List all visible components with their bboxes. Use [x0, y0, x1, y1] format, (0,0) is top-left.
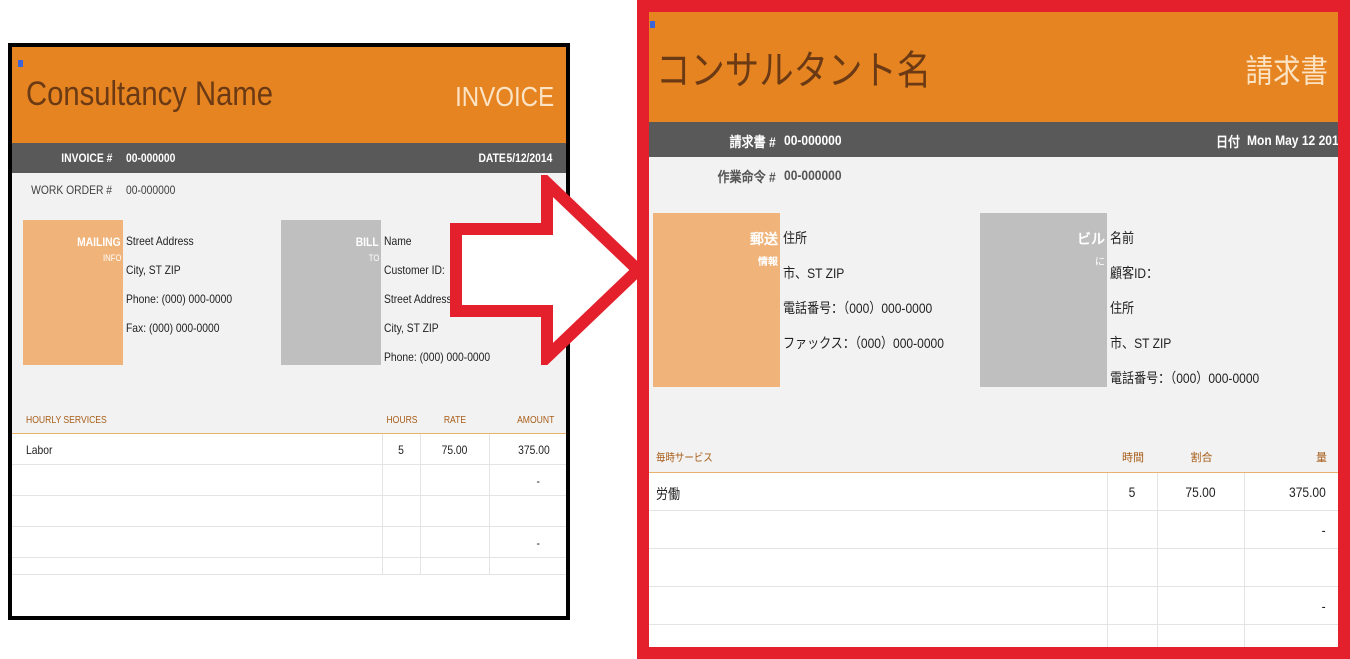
bill-line: 電話番号：（000）000-0000: [1110, 370, 1260, 386]
invoice-info-bar: INVOICE # 00-000000 DATE 5/12/2014: [12, 143, 566, 173]
hours-header: HOURS: [386, 415, 418, 426]
invoice-info-bar: 請求書 # 00-000000 日付 Mon May 12 201: [649, 122, 1338, 157]
japanese-invoice-frame: コンサルタント名 請求書 請求書 # 00-000000 日付 Mon May …: [637, 0, 1350, 659]
row-divider: [649, 624, 1338, 625]
rate-cell: 75.00: [441, 443, 468, 457]
mailing-line: City, ST ZIP: [126, 263, 181, 277]
row-divider: [12, 526, 566, 527]
amount-header: AMOUNT: [516, 415, 554, 426]
invoice-number-label: INVOICE #: [60, 151, 112, 165]
mailing-sub-label: INFO: [102, 253, 121, 263]
services-header: 毎時サービス: [656, 452, 713, 464]
bill-line: 住所: [1110, 300, 1135, 316]
consultancy-name: Consultancy Name: [26, 75, 274, 113]
row-divider: [12, 557, 566, 558]
bill-line: 市、ST ZIP: [1110, 335, 1172, 351]
bill-line: Name: [384, 234, 412, 248]
mailing-line: 電話番号：（000）000-0000: [783, 300, 933, 316]
bill-line: 顧客ID：: [1110, 265, 1159, 281]
row-divider: [649, 548, 1338, 549]
bill-sub-label: に: [1095, 257, 1105, 268]
amount-cell: -: [1321, 522, 1326, 538]
services-header: HOURLY SERVICES: [26, 415, 107, 426]
service-cell: 労働: [656, 486, 681, 502]
mailing-info-box: MAILING INFO: [23, 220, 123, 365]
bill-line: Street Address: [384, 292, 452, 306]
mailing-line: Fax: (000) 000-0000: [126, 321, 220, 335]
mailing-line: 市、ST ZIP: [783, 265, 845, 281]
invoice-title: 請求書: [1245, 53, 1328, 89]
mailing-line: 住所: [783, 230, 808, 246]
mailing-line: Street Address: [126, 234, 194, 248]
service-cell: Labor: [26, 443, 53, 457]
amount-cell: -: [536, 536, 540, 550]
selection-marker-icon: [650, 21, 655, 28]
mailing-label: MAILING: [77, 235, 121, 249]
work-order-number: 00-000000: [126, 183, 176, 197]
row-divider: [12, 495, 566, 496]
mailing-line: Phone: (000) 000-0000: [126, 292, 233, 306]
amount-cell: 375.00: [518, 443, 550, 457]
date-value: 5/12/2014: [506, 151, 552, 165]
right-arrow-icon: [450, 175, 647, 365]
rate-cell: 75.00: [1185, 484, 1216, 500]
invoice-title: INVOICE: [454, 81, 554, 112]
bill-line: 名前: [1110, 230, 1135, 246]
mailing-label: 郵送: [750, 231, 778, 247]
amount-cell: -: [1321, 598, 1326, 614]
column-divider: [420, 434, 421, 574]
invoice-number-label: 請求書 #: [729, 134, 776, 150]
work-order-label: WORK ORDER #: [31, 183, 112, 197]
mailing-info-box: 郵送 情報: [653, 213, 780, 387]
consultancy-name: コンサルタント名: [656, 49, 932, 93]
amount-header: 量: [1316, 452, 1327, 464]
bill-to-box: ビル に: [980, 213, 1107, 387]
amount-cell: 375.00: [1289, 484, 1326, 500]
hours-cell: 5: [1128, 484, 1136, 500]
hours-cell: 5: [398, 443, 404, 457]
bill-line: Customer ID:: [384, 263, 445, 277]
mailing-line: ファックス：（000）000-0000: [783, 335, 944, 351]
bill-to-box: BILL TO: [281, 220, 381, 365]
work-order-label: 作業命令 #: [717, 169, 776, 185]
date-label: DATE: [478, 151, 506, 165]
row-divider: [12, 464, 566, 465]
row-divider: [649, 586, 1338, 587]
mailing-sub-label: 情報: [758, 257, 778, 268]
column-divider: [1244, 473, 1245, 647]
column-divider: [1107, 473, 1108, 647]
date-value: Mon May 12 201: [1247, 132, 1339, 148]
bill-sub-label: TO: [368, 253, 379, 263]
hours-header: 時間: [1122, 452, 1144, 464]
selection-marker-icon: [18, 60, 23, 67]
column-divider: [382, 434, 383, 574]
work-order-number: 00-000000: [784, 167, 842, 183]
date-label: 日付: [1216, 134, 1241, 150]
column-divider: [1157, 473, 1158, 647]
bill-line: City, ST ZIP: [384, 321, 439, 335]
invoice-number: 00-000000: [784, 132, 842, 148]
rate-header: 割合: [1190, 452, 1213, 464]
row-divider: [649, 510, 1338, 511]
amount-cell: -: [536, 474, 540, 488]
invoice-number: 00-000000: [126, 151, 176, 165]
services-table: Labor 5 75.00 375.00 - -: [12, 434, 566, 616]
services-table: 労働 5 75.00 375.00 - -: [649, 473, 1338, 647]
bill-label: BILL: [356, 235, 379, 249]
japanese-header-band: コンサルタント名 請求書: [649, 12, 1338, 122]
row-divider: [12, 574, 566, 575]
column-divider: [489, 434, 490, 574]
rate-header: RATE: [443, 415, 467, 426]
bill-label: ビル: [1077, 231, 1105, 247]
english-header-band: Consultancy Name INVOICE: [12, 47, 566, 143]
